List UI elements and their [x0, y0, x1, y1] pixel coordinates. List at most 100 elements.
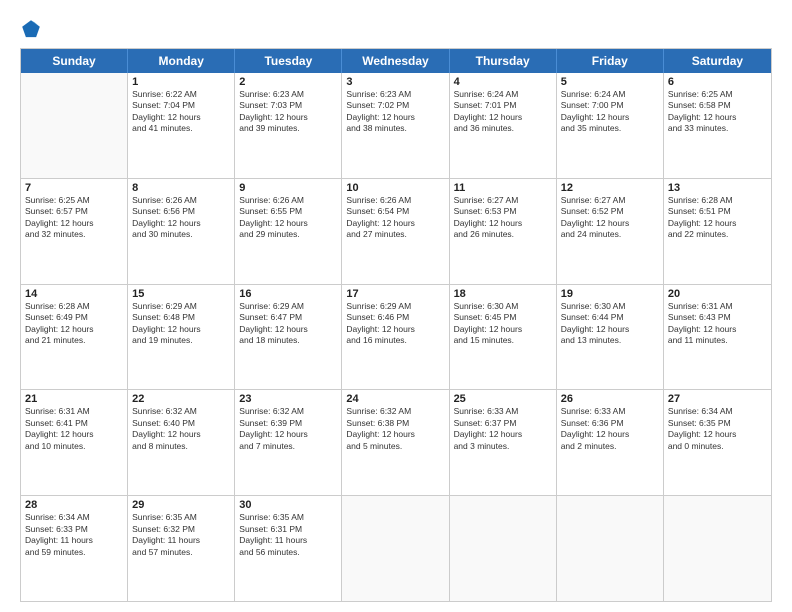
cell-info-line: Sunrise: 6:27 AM	[561, 195, 659, 206]
day-number: 8	[132, 182, 230, 194]
cell-info-line: Sunrise: 6:33 AM	[454, 406, 552, 417]
logo	[20, 18, 46, 40]
cell-info-line: Sunrise: 6:32 AM	[132, 406, 230, 417]
calendar-cell: 6Sunrise: 6:25 AMSunset: 6:58 PMDaylight…	[664, 73, 771, 178]
cell-info-line: Sunrise: 6:25 AM	[25, 195, 123, 206]
day-number: 18	[454, 288, 552, 300]
calendar-cell: 16Sunrise: 6:29 AMSunset: 6:47 PMDayligh…	[235, 285, 342, 390]
calendar-cell: 29Sunrise: 6:35 AMSunset: 6:32 PMDayligh…	[128, 496, 235, 601]
cell-info-line: Sunrise: 6:25 AM	[668, 89, 767, 100]
calendar-header-cell: Monday	[128, 49, 235, 73]
cell-info-line: and 0 minutes.	[668, 441, 767, 452]
cell-info-line: Sunrise: 6:28 AM	[25, 301, 123, 312]
cell-info-line: Sunrise: 6:32 AM	[239, 406, 337, 417]
cell-info-line: Sunrise: 6:30 AM	[454, 301, 552, 312]
cell-info-line: Sunrise: 6:33 AM	[561, 406, 659, 417]
cell-info-line: Sunrise: 6:29 AM	[346, 301, 444, 312]
cell-info-line: Daylight: 12 hours	[668, 324, 767, 335]
cell-info-line: Sunset: 7:04 PM	[132, 100, 230, 111]
cell-info-line: Sunset: 6:54 PM	[346, 206, 444, 217]
cell-info-line: Daylight: 12 hours	[346, 429, 444, 440]
calendar-cell: 2Sunrise: 6:23 AMSunset: 7:03 PMDaylight…	[235, 73, 342, 178]
cell-info-line: and 30 minutes.	[132, 229, 230, 240]
calendar-week-row: 28Sunrise: 6:34 AMSunset: 6:33 PMDayligh…	[21, 496, 771, 601]
cell-info-line: Daylight: 12 hours	[346, 324, 444, 335]
calendar-cell: 5Sunrise: 6:24 AMSunset: 7:00 PMDaylight…	[557, 73, 664, 178]
cell-info-line: Sunset: 6:49 PM	[25, 312, 123, 323]
calendar-header-cell: Tuesday	[235, 49, 342, 73]
cell-info-line: Sunset: 7:02 PM	[346, 100, 444, 111]
calendar-week-row: 7Sunrise: 6:25 AMSunset: 6:57 PMDaylight…	[21, 179, 771, 285]
calendar-header-cell: Friday	[557, 49, 664, 73]
cell-info-line: Daylight: 12 hours	[239, 218, 337, 229]
cell-info-line: Sunset: 6:41 PM	[25, 418, 123, 429]
cell-info-line: Sunset: 7:03 PM	[239, 100, 337, 111]
day-number: 21	[25, 393, 123, 405]
cell-info-line: Daylight: 12 hours	[132, 429, 230, 440]
cell-info-line: Daylight: 12 hours	[132, 112, 230, 123]
cell-info-line: Daylight: 12 hours	[346, 218, 444, 229]
cell-info-line: Sunrise: 6:28 AM	[668, 195, 767, 206]
calendar-cell: 19Sunrise: 6:30 AMSunset: 6:44 PMDayligh…	[557, 285, 664, 390]
calendar-cell: 24Sunrise: 6:32 AMSunset: 6:38 PMDayligh…	[342, 390, 449, 495]
cell-info-line: Daylight: 12 hours	[668, 112, 767, 123]
calendar-cell: 12Sunrise: 6:27 AMSunset: 6:52 PMDayligh…	[557, 179, 664, 284]
cell-info-line: and 5 minutes.	[346, 441, 444, 452]
calendar-cell: 27Sunrise: 6:34 AMSunset: 6:35 PMDayligh…	[664, 390, 771, 495]
calendar-cell: 10Sunrise: 6:26 AMSunset: 6:54 PMDayligh…	[342, 179, 449, 284]
calendar-cell: 1Sunrise: 6:22 AMSunset: 7:04 PMDaylight…	[128, 73, 235, 178]
calendar-header-row: SundayMondayTuesdayWednesdayThursdayFrid…	[21, 49, 771, 73]
cell-info-line: Daylight: 12 hours	[454, 218, 552, 229]
day-number: 19	[561, 288, 659, 300]
calendar-week-row: 1Sunrise: 6:22 AMSunset: 7:04 PMDaylight…	[21, 73, 771, 179]
calendar-cell: 20Sunrise: 6:31 AMSunset: 6:43 PMDayligh…	[664, 285, 771, 390]
calendar-cell: 22Sunrise: 6:32 AMSunset: 6:40 PMDayligh…	[128, 390, 235, 495]
day-number: 5	[561, 76, 659, 88]
cell-info-line: Sunset: 6:47 PM	[239, 312, 337, 323]
cell-info-line: Daylight: 12 hours	[561, 112, 659, 123]
cell-info-line: and 3 minutes.	[454, 441, 552, 452]
cell-info-line: and 24 minutes.	[561, 229, 659, 240]
cell-info-line: Sunrise: 6:22 AM	[132, 89, 230, 100]
cell-info-line: Sunset: 6:57 PM	[25, 206, 123, 217]
calendar-cell: 11Sunrise: 6:27 AMSunset: 6:53 PMDayligh…	[450, 179, 557, 284]
cell-info-line: Daylight: 11 hours	[239, 535, 337, 546]
day-number: 12	[561, 182, 659, 194]
cell-info-line: Daylight: 12 hours	[132, 324, 230, 335]
cell-info-line: and 2 minutes.	[561, 441, 659, 452]
cell-info-line: Sunrise: 6:31 AM	[25, 406, 123, 417]
day-number: 30	[239, 499, 337, 511]
cell-info-line: Sunset: 6:32 PM	[132, 524, 230, 535]
cell-info-line: Sunrise: 6:31 AM	[668, 301, 767, 312]
day-number: 14	[25, 288, 123, 300]
header	[20, 18, 772, 40]
cell-info-line: Daylight: 12 hours	[239, 324, 337, 335]
calendar-body: 1Sunrise: 6:22 AMSunset: 7:04 PMDaylight…	[21, 73, 771, 601]
cell-info-line: Sunset: 6:53 PM	[454, 206, 552, 217]
cell-info-line: Sunrise: 6:35 AM	[239, 512, 337, 523]
cell-info-line: Sunrise: 6:23 AM	[346, 89, 444, 100]
calendar-header-cell: Wednesday	[342, 49, 449, 73]
calendar: SundayMondayTuesdayWednesdayThursdayFrid…	[20, 48, 772, 602]
cell-info-line: Daylight: 12 hours	[346, 112, 444, 123]
cell-info-line: Sunset: 6:38 PM	[346, 418, 444, 429]
cell-info-line: Daylight: 12 hours	[561, 218, 659, 229]
calendar-cell	[664, 496, 771, 601]
day-number: 6	[668, 76, 767, 88]
day-number: 28	[25, 499, 123, 511]
calendar-cell: 26Sunrise: 6:33 AMSunset: 6:36 PMDayligh…	[557, 390, 664, 495]
cell-info-line: Sunrise: 6:27 AM	[454, 195, 552, 206]
cell-info-line: and 16 minutes.	[346, 335, 444, 346]
cell-info-line: Daylight: 12 hours	[561, 429, 659, 440]
day-number: 26	[561, 393, 659, 405]
calendar-cell: 18Sunrise: 6:30 AMSunset: 6:45 PMDayligh…	[450, 285, 557, 390]
day-number: 22	[132, 393, 230, 405]
cell-info-line: Sunrise: 6:35 AM	[132, 512, 230, 523]
calendar-cell: 15Sunrise: 6:29 AMSunset: 6:48 PMDayligh…	[128, 285, 235, 390]
calendar-cell: 8Sunrise: 6:26 AMSunset: 6:56 PMDaylight…	[128, 179, 235, 284]
cell-info-line: Sunset: 6:48 PM	[132, 312, 230, 323]
cell-info-line: and 15 minutes.	[454, 335, 552, 346]
cell-info-line: Sunset: 6:45 PM	[454, 312, 552, 323]
calendar-cell: 25Sunrise: 6:33 AMSunset: 6:37 PMDayligh…	[450, 390, 557, 495]
cell-info-line: Sunset: 7:00 PM	[561, 100, 659, 111]
